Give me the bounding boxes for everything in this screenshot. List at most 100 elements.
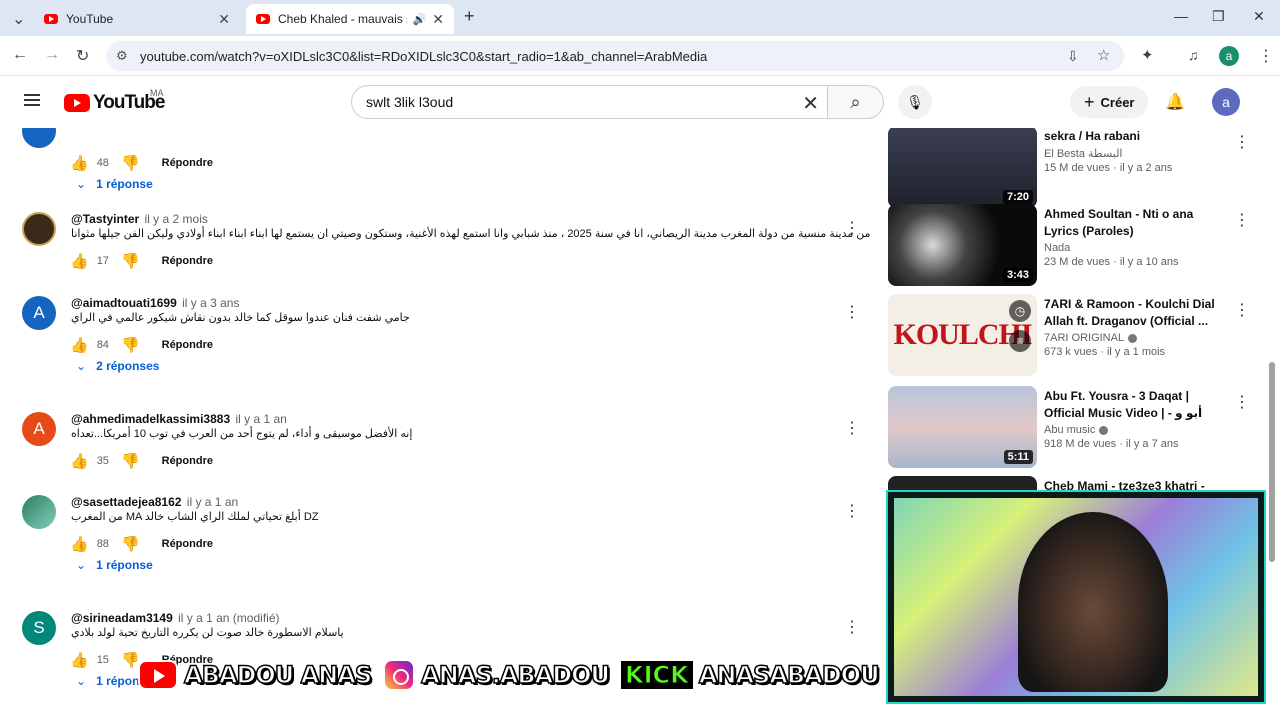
comment-avatar[interactable]: A <box>22 296 56 330</box>
url-field[interactable]: ⚙ youtube.com/watch?v=oXIDLslc3C0&list=R… <box>106 41 1124 71</box>
video-more-icon[interactable]: ⋮ <box>1234 300 1250 320</box>
like-icon[interactable]: 👍 <box>70 651 89 669</box>
comment-more-icon[interactable]: ⋮ <box>844 418 860 438</box>
dislike-icon[interactable]: 👎 <box>121 336 140 354</box>
comment-time[interactable]: il y a 1 an (modifié) <box>178 611 279 625</box>
youtube-logo[interactable]: YouTube MA <box>64 88 165 114</box>
comment-meta: @sasettadejea8162 il y a 1 an <box>71 495 238 509</box>
speaker-icon[interactable]: 🔊 <box>413 13 427 26</box>
search-icon: ⌕ <box>850 91 861 112</box>
reply-button[interactable]: Répondre <box>162 255 213 267</box>
comment-avatar[interactable] <box>22 128 56 148</box>
close-window-icon[interactable]: ✕ <box>1253 8 1265 25</box>
tab-cheb-khaled[interactable]: Cheb Khaled - mauvais sang 🔊 ✕ <box>246 4 454 34</box>
video-item[interactable]: KOULCHI ◷ ≡ 7ARI & Ramoon - Koulchi Dial… <box>888 294 1258 376</box>
video-more-icon[interactable]: ⋮ <box>1234 392 1250 412</box>
view-replies-button[interactable]: ⌄ 1 réponse <box>76 177 153 191</box>
reply-button[interactable]: Répondre <box>162 339 213 351</box>
close-tab-icon[interactable]: ✕ <box>218 11 230 28</box>
extensions-icon[interactable]: ✦ <box>1141 46 1154 64</box>
minimize-icon[interactable]: — <box>1174 8 1188 24</box>
video-title[interactable]: Abu Ft. Yousra - 3 Daqat | Official Musi… <box>1044 388 1230 422</box>
comment-handle[interactable]: @sasettadejea8162 <box>71 495 181 509</box>
video-thumbnail[interactable]: KOULCHI ◷ ≡ <box>888 294 1037 376</box>
video-channel[interactable]: 7ARI ORIGINAL <box>1044 332 1230 344</box>
comment-avatar[interactable] <box>22 495 56 529</box>
overlay-instagram: ANAS.ABADOU <box>383 659 611 691</box>
notifications-bell-icon[interactable]: 🔔 <box>1165 92 1185 112</box>
reply-button[interactable]: Répondre <box>162 455 213 467</box>
install-app-icon[interactable]: ⇩ <box>1067 48 1079 65</box>
add-to-queue-icon[interactable]: ≡ <box>1009 330 1031 352</box>
comment-more-icon[interactable]: ⋮ <box>844 218 860 238</box>
bookmark-star-icon[interactable]: ☆ <box>1097 46 1110 64</box>
watch-later-icon[interactable]: ◷ <box>1009 300 1031 322</box>
tab-list-icon[interactable]: ⌄ <box>12 9 25 29</box>
comment-more-icon[interactable]: ⋮ <box>844 501 860 521</box>
reload-icon[interactable]: ↻ <box>76 46 89 66</box>
dislike-icon[interactable]: 👎 <box>121 651 140 669</box>
like-icon[interactable]: 👍 <box>70 252 89 270</box>
reply-button[interactable]: Répondre <box>162 157 213 169</box>
video-thumbnail[interactable]: 7:20 <box>888 128 1037 208</box>
page-scrollbar[interactable] <box>1268 128 1276 720</box>
voice-search-button[interactable]: 🎙 <box>898 85 932 119</box>
video-thumbnail[interactable]: 3:43 <box>888 204 1037 286</box>
video-item[interactable]: 7:20 sekra / Ha rabani El Besta البسطة 1… <box>888 128 1258 208</box>
comment-handle[interactable]: @sirineadam3149 <box>71 611 173 625</box>
view-replies-button[interactable]: ⌄ 1 réponse <box>76 558 153 572</box>
comment-time[interactable]: il y a 2 mois <box>145 212 208 226</box>
dislike-icon[interactable]: 👎 <box>121 154 140 172</box>
video-item[interactable]: 3:43 Ahmed Soultan - Nti o ana Lyrics (P… <box>888 204 1258 286</box>
comment-meta: @Tastyinter il y a 2 mois <box>71 212 208 226</box>
search-value: swlt 3lik l3oud <box>366 94 454 110</box>
view-replies-button[interactable]: ⌄ 2 réponses <box>76 359 159 373</box>
back-icon[interactable]: ← <box>12 46 28 64</box>
comment-time[interactable]: il y a 1 an <box>187 495 238 509</box>
menu-hamburger-icon[interactable] <box>24 94 40 106</box>
tab-youtube[interactable]: YouTube ✕ <box>34 4 240 34</box>
video-item[interactable]: 5:11 Abu Ft. Yousra - 3 Daqat | Official… <box>888 386 1258 468</box>
scrollbar-thumb[interactable] <box>1269 362 1275 562</box>
browser-menu-icon[interactable]: ⋮ <box>1258 46 1274 66</box>
video-title[interactable]: Ahmed Soultan - Nti o ana Lyrics (Parole… <box>1044 206 1230 240</box>
reply-button[interactable]: Répondre <box>162 538 213 550</box>
like-icon[interactable]: 👍 <box>70 535 89 553</box>
site-info-icon[interactable]: ⚙ <box>116 48 128 64</box>
like-icon[interactable]: 👍 <box>70 336 89 354</box>
dislike-icon[interactable]: 👎 <box>121 252 140 270</box>
search-button[interactable]: ⌕ <box>828 85 884 119</box>
like-icon[interactable]: 👍 <box>70 154 89 172</box>
comment-time[interactable]: il y a 3 ans <box>182 296 239 310</box>
video-title[interactable]: 7ARI & Ramoon - Koulchi Dial Allah ft. D… <box>1044 296 1230 330</box>
new-tab-icon[interactable]: + <box>464 6 475 27</box>
video-title[interactable]: sekra / Ha rabani <box>1044 128 1230 145</box>
dislike-icon[interactable]: 👎 <box>121 535 140 553</box>
media-control-icon[interactable]: ♫ <box>1188 47 1199 63</box>
close-tab-icon[interactable]: ✕ <box>432 11 444 28</box>
forward-icon[interactable]: → <box>44 46 60 64</box>
comment-avatar[interactable] <box>22 212 56 246</box>
create-button[interactable]: + Créer <box>1070 86 1149 118</box>
like-icon[interactable]: 👍 <box>70 452 89 470</box>
clear-search-icon[interactable]: ✕ <box>802 91 819 116</box>
search-input[interactable]: swlt 3lik l3oud ✕ <box>351 85 828 119</box>
video-more-icon[interactable]: ⋮ <box>1234 210 1250 230</box>
comment-handle[interactable]: @aimadtouati1699 <box>71 296 177 310</box>
video-thumbnail[interactable]: 5:11 <box>888 386 1037 468</box>
comment-avatar[interactable]: S <box>22 611 56 645</box>
comment-more-icon[interactable]: ⋮ <box>844 617 860 637</box>
video-channel[interactable]: El Besta البسطة <box>1044 147 1230 160</box>
video-channel[interactable]: Nada <box>1044 242 1230 254</box>
comment-avatar[interactable]: A <box>22 412 56 446</box>
browser-profile-avatar[interactable]: a <box>1219 46 1239 66</box>
comment-more-icon[interactable]: ⋮ <box>844 302 860 322</box>
restore-icon[interactable]: ❐ <box>1212 8 1225 25</box>
video-channel[interactable]: Abu music <box>1044 424 1230 436</box>
dislike-icon[interactable]: 👎 <box>121 452 140 470</box>
comment-time[interactable]: il y a 1 an <box>235 412 286 426</box>
comment-handle[interactable]: @Tastyinter <box>71 212 139 226</box>
comment-handle[interactable]: @ahmedimadelkassimi3883 <box>71 412 230 426</box>
video-more-icon[interactable]: ⋮ <box>1234 132 1250 152</box>
account-avatar[interactable]: a <box>1212 88 1240 116</box>
